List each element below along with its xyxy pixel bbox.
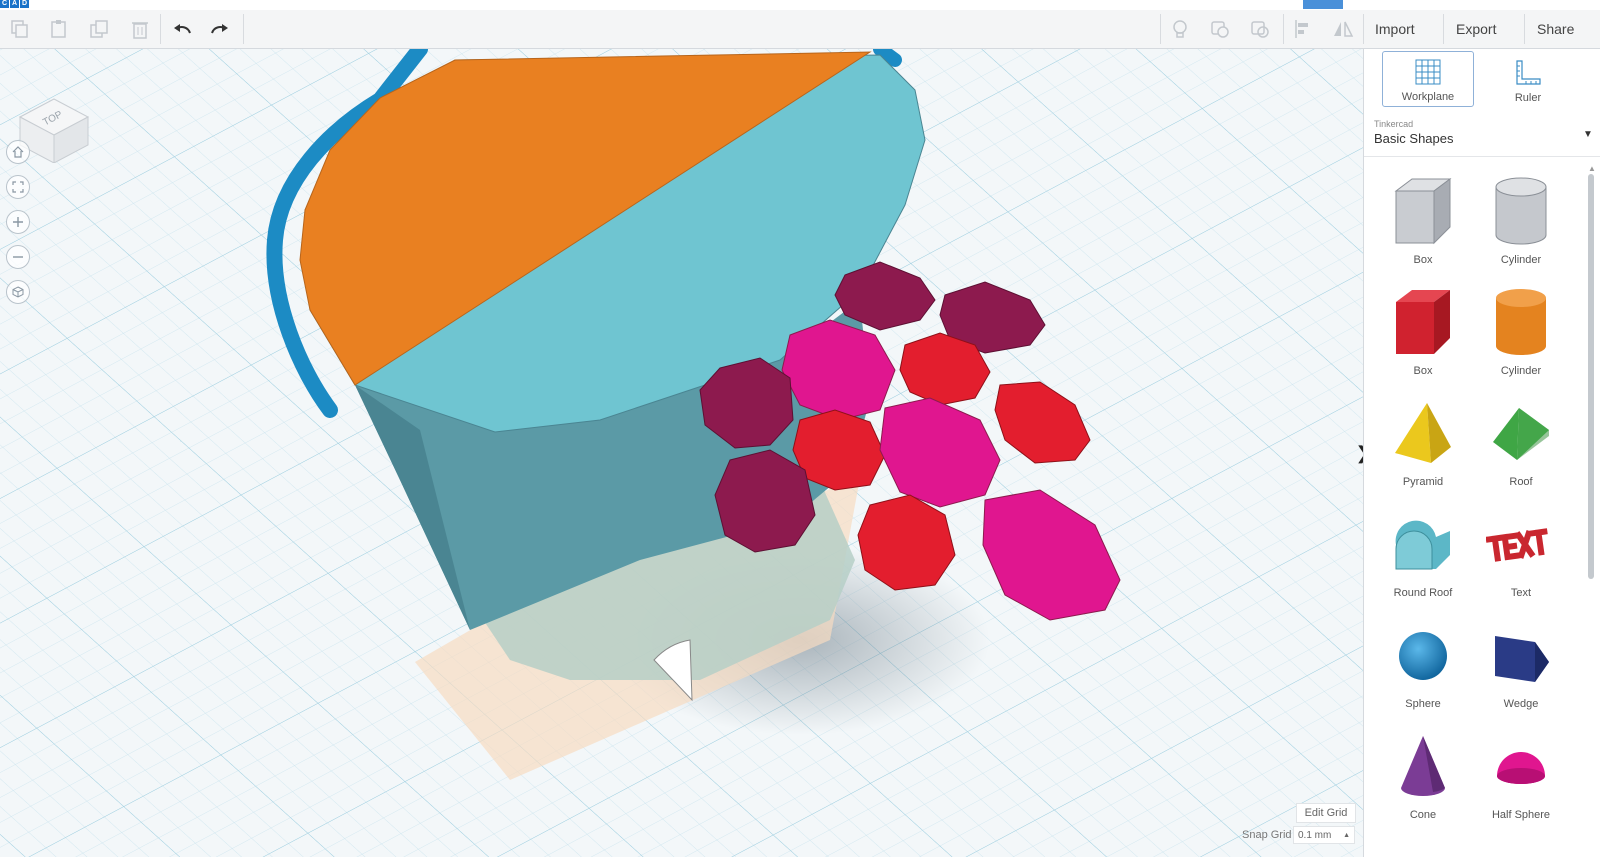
- roof-icon: [1493, 408, 1549, 460]
- scroll-up-icon[interactable]: ▲: [1588, 164, 1596, 173]
- wedge-icon: [1495, 636, 1549, 682]
- 3d-viewport[interactable]: TOP ❯: [0, 49, 1363, 857]
- snap-grid-label: Snap Grid: [1242, 829, 1292, 841]
- note-icon[interactable]: [1165, 14, 1195, 44]
- shape-sphere[interactable]: Sphere: [1375, 616, 1471, 724]
- ungroup-icon[interactable]: [1245, 14, 1275, 44]
- ruler-button[interactable]: Ruler: [1482, 51, 1574, 107]
- undo-icon[interactable]: [167, 14, 197, 44]
- snap-grid-value: 0.1 mm: [1298, 829, 1332, 841]
- toolbar-separator: [1443, 14, 1444, 44]
- align-icon[interactable]: [1288, 14, 1318, 44]
- mirror-icon[interactable]: [1328, 14, 1358, 44]
- home-icon[interactable]: [6, 140, 30, 164]
- pyramid-icon: [1395, 403, 1451, 463]
- shape-label: Sphere: [1405, 698, 1441, 710]
- workplane-icon: [1415, 59, 1441, 85]
- shape-text[interactable]: Text: [1473, 505, 1569, 613]
- shape-label: Cylinder: [1500, 254, 1542, 266]
- shape-label: Text: [1510, 587, 1532, 599]
- zoom-in-icon[interactable]: [6, 210, 30, 234]
- toolbar: Import Export Share: [0, 10, 1600, 49]
- zoom-out-icon[interactable]: [6, 245, 30, 269]
- copy-icon[interactable]: [5, 14, 35, 44]
- snap-grid-select[interactable]: 0.1 mm ▲: [1293, 826, 1355, 844]
- panel-scrollbar[interactable]: ▲: [1586, 164, 1596, 857]
- dropdown-arrow-icon[interactable]: ▼: [1583, 129, 1593, 140]
- logo-letter: C: [0, 0, 9, 8]
- fit-view-icon[interactable]: [6, 175, 30, 199]
- import-button[interactable]: Import: [1365, 15, 1425, 43]
- shape-roof[interactable]: Roof: [1473, 394, 1569, 502]
- toolbar-separator: [1524, 14, 1525, 44]
- shape-label: Cone: [1409, 809, 1437, 821]
- redo-icon[interactable]: [205, 14, 235, 44]
- paste-icon[interactable]: [44, 14, 74, 44]
- shape-label: Round Roof: [1393, 587, 1453, 599]
- shape-pyramid[interactable]: Pyramid: [1375, 394, 1471, 502]
- active-tab-indicator: [1303, 0, 1343, 9]
- shape-cylinder-orange[interactable]: Cylinder: [1473, 283, 1569, 391]
- ruler-icon: [1516, 60, 1541, 85]
- ruler-label: Ruler: [1514, 92, 1542, 104]
- duplicate-icon[interactable]: [85, 14, 115, 44]
- shape-box-gray[interactable]: Box: [1375, 172, 1471, 280]
- edit-grid-button[interactable]: Edit Grid: [1296, 803, 1356, 823]
- logo-letter: A: [10, 0, 19, 8]
- shape-cylinder-gray[interactable]: Cylinder: [1473, 172, 1569, 280]
- shape-label: Half Sphere: [1491, 809, 1551, 821]
- shape-label: Roof: [1509, 476, 1533, 488]
- shape-label: Box: [1413, 365, 1433, 377]
- panel-tools: Workplane Ruler: [1364, 49, 1600, 111]
- perspective-icon[interactable]: [6, 280, 30, 304]
- shape-label: Cylinder: [1500, 365, 1542, 377]
- scrollbar-thumb[interactable]: [1588, 174, 1594, 579]
- shape-label: Wedge: [1503, 698, 1539, 710]
- shape-label: Pyramid: [1402, 476, 1444, 488]
- cylinder-icon: [1495, 177, 1547, 245]
- round-roof-icon: [1395, 520, 1450, 570]
- library-select[interactable]: Basic Shapes: [1374, 131, 1454, 146]
- shape-cone[interactable]: Cone: [1375, 727, 1471, 835]
- share-button[interactable]: Share: [1527, 15, 1584, 43]
- delete-icon[interactable]: [125, 14, 155, 44]
- box-icon: [1396, 290, 1450, 354]
- shape-label: Box: [1413, 254, 1433, 266]
- library-brand: Tinkercad: [1374, 119, 1414, 129]
- cone-icon: [1401, 736, 1445, 796]
- sphere-icon: [1399, 632, 1447, 680]
- toolbar-separator: [243, 14, 244, 44]
- shape-box-red[interactable]: Box: [1375, 283, 1471, 391]
- tinkercad-logo[interactable]: C A D: [0, 0, 29, 8]
- workplane-label: Workplane: [1401, 91, 1455, 103]
- group-icon[interactable]: [1205, 14, 1235, 44]
- toolbar-separator: [1160, 14, 1161, 44]
- workplane-scene[interactable]: [0, 49, 1363, 857]
- panel-collapse-button[interactable]: ❯: [1355, 438, 1363, 468]
- toolbar-separator: [160, 14, 161, 44]
- text-3d-icon: [1486, 528, 1548, 562]
- chevron-up-icon: ▲: [1343, 831, 1350, 839]
- shape-wedge[interactable]: Wedge: [1473, 616, 1569, 724]
- shape-half-sphere[interactable]: Half Sphere: [1473, 727, 1569, 835]
- shape-round-roof[interactable]: Round Roof: [1375, 505, 1471, 613]
- toolbar-separator: [1363, 14, 1364, 44]
- panel-divider: [1364, 156, 1600, 157]
- cylinder-icon: [1496, 289, 1546, 355]
- half-sphere-icon: [1497, 752, 1545, 784]
- shapes-panel: Workplane Ruler Tinkercad Basic Shapes ▼…: [1363, 49, 1600, 857]
- toolbar-separator: [1283, 14, 1284, 44]
- box-icon: [1394, 178, 1452, 245]
- export-button[interactable]: Export: [1446, 15, 1506, 43]
- logo-letter: D: [20, 0, 29, 8]
- workplane-button[interactable]: Workplane: [1382, 51, 1474, 107]
